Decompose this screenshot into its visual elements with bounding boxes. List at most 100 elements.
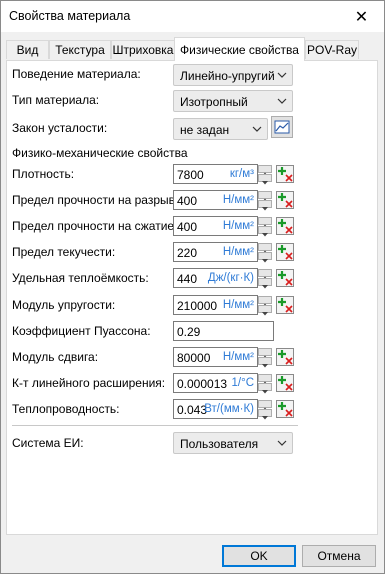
fatigue-law-value: не задан: [180, 123, 230, 137]
property-input[interactable]: 80000 Н/мм²: [173, 347, 258, 367]
property-label: Предел прочности на разрыв:: [12, 193, 179, 207]
window-title: Свойства материала: [9, 9, 131, 23]
tab-label: POV-Ray: [306, 43, 357, 57]
spin-down-button[interactable]: [258, 252, 272, 263]
tab-label: Вид: [16, 43, 39, 57]
spin-down-button[interactable]: [258, 174, 272, 185]
spin-up-button[interactable]: [258, 165, 272, 176]
property-label: Предел прочности на сжатие:: [12, 219, 178, 233]
property-unit: Н/мм²: [222, 194, 254, 206]
calculate-button[interactable]: [276, 296, 294, 314]
property-value: 400: [177, 220, 198, 234]
cancel-button[interactable]: Отмена: [302, 545, 376, 567]
spin-down-button[interactable]: [258, 357, 272, 368]
material-type-value: Изотропный: [180, 95, 248, 109]
property-spinner[interactable]: [258, 217, 273, 237]
units-system-select[interactable]: Пользователя: [173, 432, 293, 454]
tab-hatching[interactable]: Штриховка: [111, 40, 175, 59]
property-input[interactable]: 440 Дж/(кг·К): [173, 268, 258, 288]
tab-pov-ray[interactable]: POV-Ray: [305, 40, 359, 59]
ok-label: OK: [250, 549, 268, 563]
property-value: 7800: [177, 168, 204, 182]
close-button[interactable]: ✕: [339, 1, 384, 32]
chevron-down-icon: [252, 126, 262, 132]
calculator-icon: [276, 296, 294, 314]
material-properties-dialog: Свойства материала ✕ Вид Текстура Штрихо…: [0, 0, 385, 574]
spin-down-button[interactable]: [258, 278, 272, 289]
property-value: 440: [177, 272, 198, 286]
property-label: К-т линейного расширения:: [12, 376, 166, 390]
tab-physical-properties[interactable]: Физические свойства: [174, 37, 305, 61]
property-input[interactable]: 210000 Н/мм²: [173, 295, 258, 315]
spin-down-button[interactable]: [258, 200, 272, 211]
property-label: Теплопроводность:: [12, 402, 120, 416]
chevron-down-icon: [277, 98, 287, 104]
chevron-down-icon: [277, 440, 287, 446]
property-value: 400: [177, 194, 198, 208]
calculate-button[interactable]: [276, 400, 294, 418]
property-spinner[interactable]: [258, 348, 273, 368]
calculator-icon: [276, 243, 294, 261]
spin-up-button[interactable]: [258, 191, 272, 202]
spin-up-button[interactable]: [258, 243, 272, 254]
tab-texture[interactable]: Текстура: [49, 40, 111, 59]
spin-down-button[interactable]: [258, 305, 272, 316]
chevron-down-icon: [262, 259, 268, 263]
cancel-label: Отмена: [317, 549, 361, 563]
spin-down-button[interactable]: [258, 383, 272, 394]
property-value: 210000: [177, 299, 218, 313]
ok-button[interactable]: OK: [222, 545, 296, 567]
chevron-down-icon: [262, 364, 268, 368]
property-spinner[interactable]: [258, 269, 273, 289]
spin-up-button[interactable]: [258, 296, 272, 307]
property-spinner[interactable]: [258, 296, 273, 316]
property-input[interactable]: 0.043 Вт/(мм·К): [173, 399, 258, 419]
spin-up-button[interactable]: [258, 217, 272, 228]
divider: [12, 425, 298, 426]
property-spinner[interactable]: [258, 165, 273, 185]
fatigue-law-select[interactable]: не задан: [173, 118, 268, 140]
calculate-button[interactable]: [276, 191, 294, 209]
calculator-icon: [276, 269, 294, 287]
property-input[interactable]: 220 Н/мм²: [173, 242, 258, 262]
section-title: Физико-механические свойства: [12, 146, 188, 160]
calculate-button[interactable]: [276, 217, 294, 235]
spin-up-button[interactable]: [258, 374, 272, 385]
property-value: 80000: [177, 351, 211, 365]
tab-bar: Вид Текстура Штриховка Физические свойст…: [1, 32, 384, 62]
fatigue-curve-button[interactable]: [271, 116, 293, 138]
calculate-button[interactable]: [276, 243, 294, 261]
chevron-down-icon: [262, 207, 268, 211]
behavior-value: Линейно-упругий: [180, 69, 275, 83]
property-value: 0.000013: [177, 377, 228, 391]
spin-down-button[interactable]: [258, 226, 272, 237]
property-spinner[interactable]: [258, 400, 273, 420]
calculator-icon: [276, 217, 294, 235]
physical-properties-panel: Поведение материала: Линейно-упругий Тип…: [6, 60, 378, 535]
property-input[interactable]: 400 Н/мм²: [173, 216, 258, 236]
spin-up-button[interactable]: [258, 269, 272, 280]
calculate-button[interactable]: [276, 348, 294, 366]
chevron-down-icon: [262, 312, 268, 316]
property-input[interactable]: 0.000013 1/°С: [173, 373, 258, 393]
property-spinner[interactable]: [258, 243, 273, 263]
property-input[interactable]: 7800 кг/м³: [173, 164, 258, 184]
property-spinner[interactable]: [258, 374, 273, 394]
property-input[interactable]: 0.29: [173, 321, 274, 341]
spin-up-button[interactable]: [258, 348, 272, 359]
calculate-button[interactable]: [276, 165, 294, 183]
calculator-icon: [276, 374, 294, 392]
behavior-select[interactable]: Линейно-упругий: [173, 64, 293, 86]
calculate-button[interactable]: [276, 269, 294, 287]
property-unit: Н/мм²: [222, 351, 254, 363]
property-spinner[interactable]: [258, 191, 273, 211]
property-label: Удельная теплоёмкость:: [12, 271, 149, 285]
spin-down-button[interactable]: [258, 409, 272, 420]
calculate-button[interactable]: [276, 374, 294, 392]
spin-up-button[interactable]: [258, 400, 272, 411]
property-input[interactable]: 400 Н/мм²: [173, 190, 258, 210]
tab-view[interactable]: Вид: [6, 40, 49, 59]
property-label: Коэффициент Пуассона:: [12, 324, 151, 338]
material-type-select[interactable]: Изотропный: [173, 90, 293, 112]
material-type-label: Тип материала:: [12, 93, 100, 107]
